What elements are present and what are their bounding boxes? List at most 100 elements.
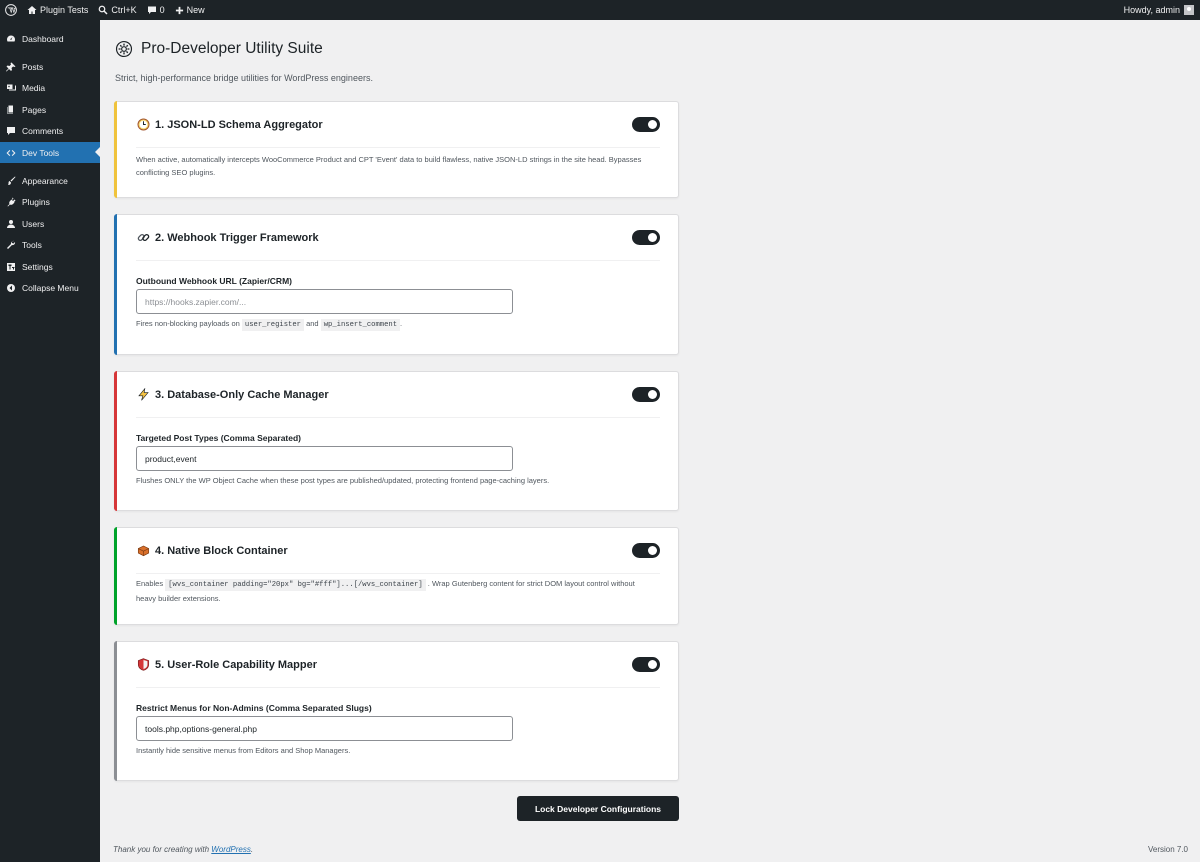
comment-icon [0, 126, 22, 136]
module-card-container: 4. Native Block Container Enables [wvs_c… [114, 527, 679, 625]
card-body: Enables [wvs_container padding="20px" bg… [136, 577, 660, 606]
page-header: Pro-Developer Utility Suite [115, 40, 323, 58]
new-content-link[interactable]: New [170, 0, 210, 20]
brick-icon [136, 544, 150, 558]
collapse-menu-button[interactable]: Collapse Menu [0, 277, 100, 298]
module-title: 1. JSON-LD Schema Aggregator [155, 118, 323, 131]
sidebar-item-posts[interactable]: Posts [0, 56, 100, 77]
sidebar-item-label: Posts [22, 61, 44, 72]
sidebar-item-pages[interactable]: Pages [0, 99, 100, 120]
module-card-roles: 5. User-Role Capability Mapper Restrict … [114, 641, 679, 781]
module-card-schema: 1. JSON-LD Schema Aggregator When active… [114, 101, 679, 198]
dashboard-icon [0, 34, 22, 44]
avatar [1184, 5, 1194, 15]
command-palette-button[interactable]: Ctrl+K [93, 0, 141, 20]
module-title: 3. Database-Only Cache Manager [155, 388, 329, 401]
post-types-label: Targeted Post Types (Comma Separated) [136, 433, 302, 443]
card-body: Restrict Menus for Non-Admins (Comma Sep… [136, 703, 660, 773]
sidebar-item-label: Dev Tools [22, 147, 60, 158]
card-header: 4. Native Block Container [136, 528, 660, 574]
hint-text: . Wrap Gutenberg content for strict DOM … [427, 579, 635, 588]
sidebar-item-appearance[interactable]: Appearance [0, 170, 100, 191]
module-description: When active, automatically intercepts Wo… [136, 155, 642, 177]
shortcode: [wvs_container padding="20px" bg="#fff"]… [165, 579, 426, 591]
admin-sidebar: Dashboard Posts Media Pages Comments Dev… [0, 20, 100, 862]
sidebar-item-label: Settings [22, 261, 53, 272]
webhook-url-label: Outbound Webhook URL (Zapier/CRM) [136, 276, 292, 286]
footer-thanks-text: Thank you for creating with [113, 845, 210, 854]
footer-thanks-suffix: . [250, 845, 254, 854]
pages-icon [0, 105, 22, 115]
restrict-menus-input[interactable] [136, 716, 513, 741]
card-header: 2. Webhook Trigger Framework [136, 215, 660, 261]
plugin-icon [0, 197, 22, 207]
hook-code: user_register [241, 319, 304, 331]
hook-code: wp_insert_comment [320, 319, 401, 331]
module-toggle[interactable] [632, 117, 660, 132]
card-body: Outbound Webhook URL (Zapier/CRM) Fires … [136, 276, 660, 346]
sidebar-item-dashboard[interactable]: Dashboard [0, 28, 100, 49]
card-accent [114, 214, 117, 355]
lock-configurations-button[interactable]: Lock Developer Configurations [517, 796, 679, 821]
wrench-icon [0, 240, 22, 250]
sidebar-item-plugins[interactable]: Plugins [0, 191, 100, 212]
new-label: New [186, 5, 205, 15]
module-toggle[interactable] [632, 387, 660, 402]
my-account-link[interactable]: Howdy, admin [1124, 5, 1200, 15]
hint-text: heavy builder extensions. [136, 594, 221, 603]
sidebar-item-tools[interactable]: Tools [0, 234, 100, 255]
sidebar-item-label: Users [22, 218, 45, 229]
webhook-url-input[interactable] [136, 289, 513, 314]
card-accent [114, 371, 117, 511]
sidebar-item-label: Tools [22, 239, 42, 250]
card-body: Targeted Post Types (Comma Separated) Fl… [136, 433, 660, 503]
module-toggle[interactable] [632, 657, 660, 672]
sidebar-item-users[interactable]: Users [0, 213, 100, 234]
sidebar-item-dev-tools[interactable]: Dev Tools [0, 142, 100, 163]
search-icon [99, 5, 108, 15]
hint-text: Fires non-blocking payloads on [136, 319, 240, 328]
howdy-text: Howdy, admin [1123, 5, 1180, 15]
module-toggle[interactable] [632, 230, 660, 245]
card-body: When active, automatically intercepts Wo… [136, 154, 660, 179]
gear-icon [115, 40, 133, 58]
sidebar-item-settings[interactable]: Settings [0, 256, 100, 277]
comments-link[interactable]: 0 [142, 0, 170, 20]
module-title: 2. Webhook Trigger Framework [155, 231, 319, 244]
hint-text: . [400, 319, 403, 328]
wordpress-link[interactable]: WordPress [211, 845, 251, 854]
card-accent [114, 641, 117, 781]
link-icon [136, 231, 150, 245]
card-accent [114, 527, 117, 625]
module-title: 5. User-Role Capability Mapper [155, 658, 317, 671]
site-name-link[interactable]: Plugin Tests [22, 0, 93, 20]
admin-bar: Plugin Tests Ctrl+K 0 New Howdy, admin [0, 0, 1200, 20]
footer-version: Version 7.0 [1147, 845, 1188, 854]
wordpress-logo-icon[interactable] [0, 0, 22, 20]
hint-text: Enables [136, 579, 164, 588]
shield-icon [136, 658, 150, 672]
settings-icon [0, 262, 22, 272]
module-card-webhook: 2. Webhook Trigger Framework Outbound We… [114, 214, 679, 355]
webhook-hint: Fires non-blocking payloads on user_regi… [136, 317, 402, 332]
sidebar-item-label: Comments [22, 125, 64, 136]
module-toggle[interactable] [632, 543, 660, 558]
sidebar-item-label: Appearance [22, 175, 68, 186]
brush-icon [0, 176, 22, 186]
post-types-input[interactable] [136, 446, 513, 471]
hint-text: and [306, 319, 319, 328]
home-icon [27, 6, 37, 14]
plus-icon [175, 6, 183, 14]
main-content: Pro-Developer Utility Suite Strict, high… [100, 20, 1200, 862]
sidebar-item-label: Dashboard [22, 33, 64, 44]
roles-hint: Instantly hide sensitive menus from Edit… [136, 746, 351, 755]
card-header: 3. Database-Only Cache Manager [136, 372, 660, 418]
sidebar-item-media[interactable]: Media [0, 77, 100, 98]
pin-icon [0, 62, 22, 72]
module-card-cache: 3. Database-Only Cache Manager Targeted … [114, 371, 679, 511]
sidebar-item-label: Plugins [22, 196, 50, 207]
sidebar-item-comments[interactable]: Comments [0, 120, 100, 141]
clock-icon [136, 118, 150, 132]
card-header: 1. JSON-LD Schema Aggregator [136, 102, 660, 148]
lightning-icon [136, 388, 150, 402]
